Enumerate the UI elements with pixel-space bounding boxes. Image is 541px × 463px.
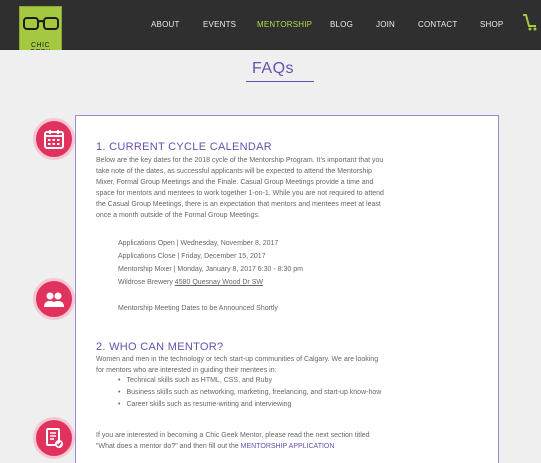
nav-item-blog[interactable]: BLOG bbox=[330, 20, 353, 29]
venue-line: Wildrose Brewery 4580 Quesnay Wood Dr SW bbox=[118, 277, 263, 288]
people-icon bbox=[44, 292, 64, 307]
calendar-icon bbox=[44, 130, 64, 149]
calendar-paragraph-line: Mixer, Formal Group Meetings and the Fin… bbox=[96, 179, 374, 186]
venue-name: Wildrose Brewery bbox=[118, 279, 175, 286]
document-check-icon bbox=[46, 428, 63, 448]
top-navigation-bar: CHIC GEEK ABOUT EVENTS MENTORSHIP BLOG J… bbox=[0, 0, 541, 56]
calendar-paragraph-line: take note of the dates, as successful ap… bbox=[96, 168, 372, 175]
skill-bullet: Career skills such as resume-writing and… bbox=[118, 401, 291, 408]
calendar-paragraph-line: space for mentors and mentees to work to… bbox=[96, 190, 384, 197]
application-paragraph-line: If you are interested in becoming a Chic… bbox=[96, 432, 370, 439]
nav-item-about[interactable]: ABOUT bbox=[151, 20, 180, 29]
section-heading-who-can-mentor: 2. WHO CAN MENTOR? bbox=[96, 341, 224, 353]
document-check-icon-badge bbox=[33, 417, 75, 459]
date-mentorship-mixer: Mentorship Mixer | Monday, January 8, 20… bbox=[118, 266, 303, 273]
application-text: "What does a mentor do?" and then fill o… bbox=[96, 443, 241, 450]
cart-icon[interactable] bbox=[521, 12, 537, 32]
date-applications-open: Applications Open | Wednesday, November … bbox=[118, 240, 279, 247]
calendar-paragraph-line: once a month outside of the Formal Group… bbox=[96, 212, 260, 219]
date-applications-close: Applications Close | Friday, December 15… bbox=[118, 253, 266, 260]
section-heading-calendar: 1. CURRENT CYCLE CALENDAR bbox=[96, 141, 273, 153]
calendar-icon-badge bbox=[33, 118, 75, 160]
nav-item-mentorship[interactable]: MENTORSHIP bbox=[257, 20, 312, 29]
nav-item-contact[interactable]: CONTACT bbox=[418, 20, 457, 29]
glasses-icon bbox=[23, 17, 59, 30]
nav-item-events[interactable]: EVENTS bbox=[203, 20, 236, 29]
meeting-dates-note: Mentorship Meeting Dates to be Announced… bbox=[118, 305, 278, 312]
skill-bullet: Technical skills such as HTML, CSS, and … bbox=[118, 377, 272, 384]
chic-geek-logo[interactable]: CHIC GEEK bbox=[19, 6, 62, 56]
title-underline bbox=[246, 81, 314, 82]
mentor-paragraph-line: Women and men in the technology or tech … bbox=[96, 356, 379, 363]
nav-item-shop[interactable]: SHOP bbox=[480, 20, 503, 29]
calendar-paragraph-line: Below are the key dates for the 2018 cyc… bbox=[96, 157, 384, 164]
mentorship-application-link[interactable]: MENTORSHIP APPLICATION bbox=[241, 443, 335, 450]
nav-item-join[interactable]: JOIN bbox=[376, 20, 395, 29]
people-icon-badge bbox=[33, 278, 75, 320]
venue-address-link[interactable]: 4580 Quesnay Wood Dr SW bbox=[175, 279, 263, 286]
application-paragraph-line: "What does a mentor do?" and then fill o… bbox=[96, 441, 334, 452]
page-title: FAQs bbox=[252, 60, 295, 77]
calendar-paragraph-line: the Casual Group Meetings, there is an e… bbox=[96, 201, 381, 208]
mentor-paragraph-line: for mentors who are interested in guidin… bbox=[96, 367, 277, 374]
skill-bullet: Business skills such as networking, mark… bbox=[118, 389, 381, 396]
